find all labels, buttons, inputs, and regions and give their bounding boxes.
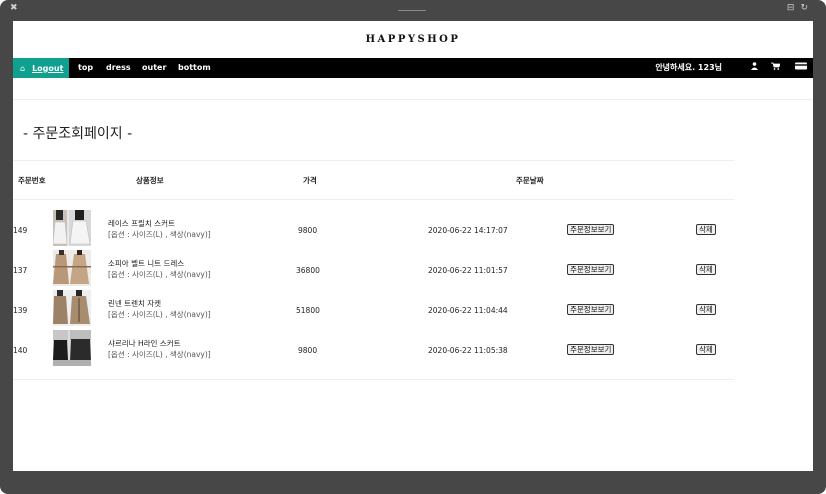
delete-button[interactable]: 삭제 xyxy=(696,264,716,275)
order-number: 140 xyxy=(13,346,28,355)
nav-link-dress[interactable]: dress xyxy=(106,58,131,78)
product-option: [옵션 : 사이즈(L) , 색상(navy)] xyxy=(108,270,211,279)
product-name[interactable]: 샤르리나 H라인 스커트 xyxy=(108,338,181,349)
page-title: - 주문조회페이지 - xyxy=(23,126,133,142)
nav-link-bottom[interactable]: bottom xyxy=(178,58,211,78)
order-detail-button[interactable]: 주문정보보기 xyxy=(567,304,615,315)
order-detail-button[interactable]: 주문정보보기 xyxy=(567,264,615,275)
header-date: 주문날짜 xyxy=(516,176,544,185)
delete-button[interactable]: 삭제 xyxy=(696,344,716,355)
product-thumbnail[interactable] xyxy=(53,210,91,246)
product-name[interactable]: 레이스 프릴치 스커트 xyxy=(108,218,175,229)
price: 9800 xyxy=(298,226,318,235)
user-icon[interactable] xyxy=(751,58,758,78)
order-date: 2020-06-22 14:17:07 xyxy=(428,226,508,235)
header-price: 가격 xyxy=(303,176,317,185)
order-number: 139 xyxy=(13,306,28,315)
divider xyxy=(13,99,813,100)
top-nav: ⌂ Logout top dress outer bottom 안녕하세요. 1… xyxy=(13,58,813,78)
product-thumbnail[interactable] xyxy=(53,330,91,366)
window-controls[interactable]: ⊟↻ xyxy=(787,3,814,13)
price: 36800 xyxy=(296,266,320,275)
header-product: 상품정보 xyxy=(136,176,164,185)
table-bottom-border xyxy=(13,379,734,380)
table-row: 149 레이스 프릴치 스커트 [옵션 : 사이즈(L) , 색상(navy)]… xyxy=(13,210,813,250)
order-number: 149 xyxy=(13,226,28,235)
order-detail-button[interactable]: 주문정보보기 xyxy=(567,224,615,235)
drag-handle[interactable] xyxy=(398,10,426,11)
order-date: 2020-06-22 11:05:38 xyxy=(428,346,508,355)
price: 51800 xyxy=(296,306,320,315)
table-row: 139 린넨 트렌치 자켓 [옵션 : 사이즈(L) , 색상(navy)] 5… xyxy=(13,290,813,330)
product-thumbnail[interactable] xyxy=(53,290,91,326)
header-bottom-border xyxy=(13,199,734,200)
product-name[interactable]: 소피아 벨트 니트 드레스 xyxy=(108,258,184,269)
product-option: [옵션 : 사이즈(L) , 색상(navy)] xyxy=(108,310,211,319)
table-row: 140 샤르리나 H라인 스커트 [옵션 : 사이즈(L) , 색상(navy)… xyxy=(13,330,813,370)
home-icon: ⌂ xyxy=(20,63,26,73)
price: 9800 xyxy=(298,346,318,355)
product-name[interactable]: 린넨 트렌치 자켓 xyxy=(108,298,161,309)
brand-logo[interactable]: HAPPYSHOP xyxy=(13,34,813,45)
order-date: 2020-06-22 11:04:44 xyxy=(428,306,508,315)
table-top-border xyxy=(13,160,734,161)
product-option: [옵션 : 사이즈(L) , 색상(navy)] xyxy=(108,350,211,359)
order-detail-button[interactable]: 주문정보보기 xyxy=(567,344,615,355)
card-icon[interactable] xyxy=(795,58,807,78)
order-date: 2020-06-22 11:01:57 xyxy=(428,266,508,275)
window-frame: ✖ ⊟↻ HAPPYSHOP ⌂ Logout top dress outer … xyxy=(0,0,826,494)
order-number: 137 xyxy=(13,266,28,275)
page: HAPPYSHOP ⌂ Logout top dress outer botto… xyxy=(13,21,813,471)
cart-icon[interactable] xyxy=(771,58,781,78)
nav-link-top[interactable]: top xyxy=(78,58,93,78)
logout-link[interactable]: Logout xyxy=(32,64,63,73)
product-option: [옵션 : 사이즈(L) , 색상(navy)] xyxy=(108,230,211,239)
close-icon[interactable]: ✖ xyxy=(10,3,18,13)
nav-link-outer[interactable]: outer xyxy=(142,58,166,78)
greeting-text: 안녕하세요. 123님 xyxy=(655,63,722,72)
product-thumbnail[interactable] xyxy=(53,250,91,286)
header-order-no: 주문번호 xyxy=(18,176,46,185)
delete-button[interactable]: 삭제 xyxy=(696,304,716,315)
home-nav-item[interactable]: ⌂ Logout xyxy=(13,58,69,78)
delete-button[interactable]: 삭제 xyxy=(696,224,716,235)
table-row: 137 소피아 벨트 니트 드레스 [옵션 : 사이즈(L) , 색상(navy… xyxy=(13,250,813,290)
